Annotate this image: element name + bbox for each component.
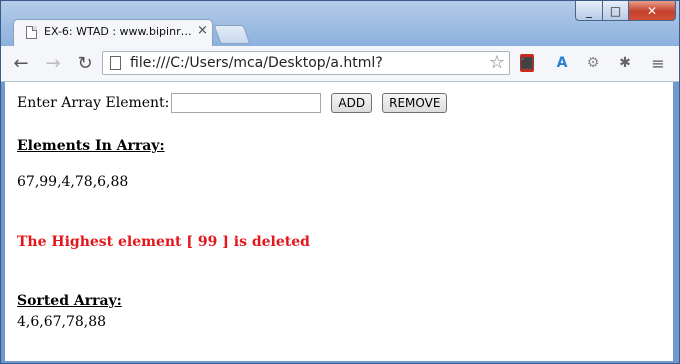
- remove-button[interactable]: REMOVE: [382, 93, 448, 113]
- add-button[interactable]: ADD: [331, 93, 373, 113]
- input-row: Enter Array Element: ADD REMOVE: [17, 93, 448, 113]
- acrobat-icon[interactable]: ⬛: [520, 54, 534, 72]
- address-url[interactable]: file:///C:/Users/mca/Desktop/a.html?: [130, 55, 383, 71]
- title-bar: EX-6: WTAD : www.bipinr… × _ □ ✕: [1, 1, 679, 46]
- browser-toolbar: ← → ↻ file:///C:/Users/mca/Desktop/a.htm…: [1, 46, 679, 82]
- active-tab[interactable]: EX-6: WTAD : www.bipinr… ×: [13, 19, 213, 46]
- close-icon: ✕: [646, 3, 658, 18]
- star-icon[interactable]: ☆: [489, 52, 505, 73]
- minimize-icon: _: [586, 3, 592, 18]
- sorted-value: 4,6,67,78,88: [17, 314, 107, 330]
- forward-icon: →: [45, 52, 61, 74]
- page-content: Enter Array Element: ADD REMOVE Elements…: [5, 82, 673, 361]
- menu-icon[interactable]: ≡: [649, 54, 667, 73]
- array-element-input[interactable]: [171, 93, 322, 113]
- forward-button[interactable]: →: [41, 52, 65, 74]
- new-tab-button[interactable]: [213, 25, 251, 44]
- maximize-button[interactable]: □: [602, 1, 629, 21]
- translate-icon[interactable]: A: [553, 54, 571, 72]
- reload-icon: ↻: [77, 52, 93, 74]
- close-button[interactable]: ✕: [628, 1, 676, 21]
- tab-close-icon[interactable]: ×: [197, 23, 208, 38]
- tab-title: EX-6: WTAD : www.bipinr…: [44, 25, 192, 38]
- back-icon: ←: [13, 52, 29, 74]
- array-element-label: Enter Array Element:: [17, 95, 170, 111]
- elements-heading: Elements In Array:: [17, 138, 165, 154]
- address-bar[interactable]: file:///C:/Users/mca/Desktop/a.html? ☆: [102, 51, 510, 75]
- deleted-message: The Highest element [ 99 ] is deleted: [17, 234, 310, 250]
- bug-icon[interactable]: ✱: [616, 54, 634, 72]
- gear-icon[interactable]: ⚙: [584, 54, 602, 72]
- elements-value: 67,99,4,78,6,88: [17, 174, 129, 190]
- minimize-button[interactable]: _: [575, 1, 603, 21]
- page-icon: [110, 56, 121, 70]
- maximize-icon: □: [609, 3, 622, 18]
- reload-button[interactable]: ↻: [73, 52, 97, 74]
- page-icon: [26, 26, 37, 39]
- browser-window: EX-6: WTAD : www.bipinr… × _ □ ✕ ← → ↻ f…: [0, 0, 680, 364]
- back-button[interactable]: ←: [9, 52, 33, 74]
- sorted-heading: Sorted Array:: [17, 293, 122, 309]
